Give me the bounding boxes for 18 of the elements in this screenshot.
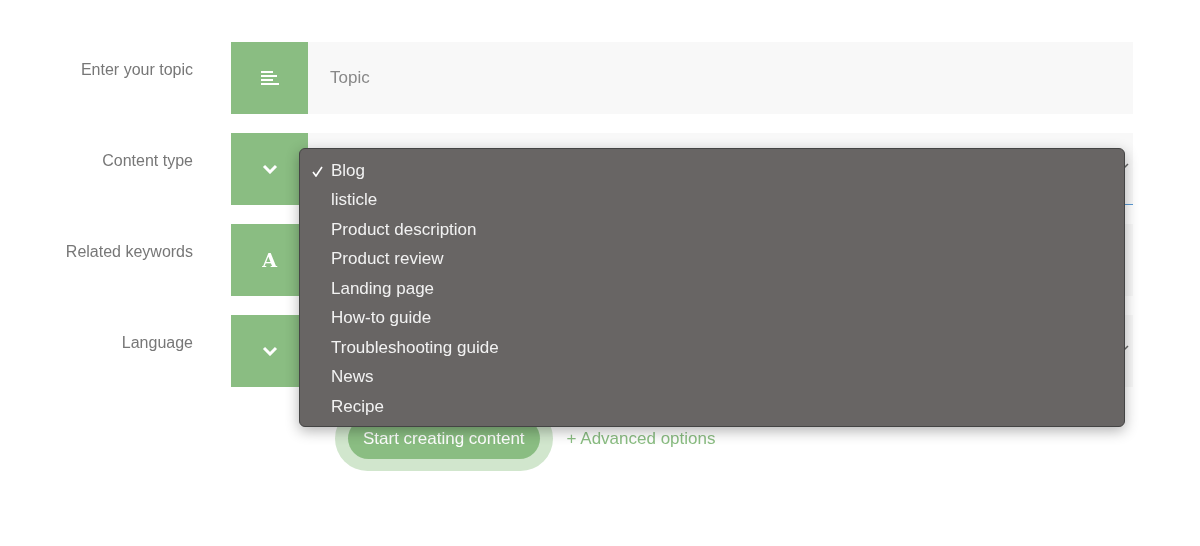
- field-label: Language: [120, 333, 193, 353]
- menu-option[interactable]: listicle: [300, 185, 1124, 215]
- text-lines-icon: [260, 71, 279, 85]
- field-label: Related keywords: [64, 242, 193, 262]
- menu-option[interactable]: News: [300, 362, 1124, 392]
- menu-option[interactable]: Troubleshooting guide: [300, 333, 1124, 363]
- letter-icon: A: [262, 249, 277, 271]
- menu-option[interactable]: How-to guide: [300, 303, 1124, 333]
- menu-option[interactable]: Product review: [300, 244, 1124, 274]
- field-label: Content type: [101, 151, 193, 171]
- topic-field[interactable]: Topic: [308, 42, 1133, 114]
- menu-option[interactable]: Blog: [300, 156, 1124, 186]
- menu-option[interactable]: Landing page: [300, 274, 1124, 304]
- menu-option[interactable]: Product description: [300, 215, 1124, 245]
- chevron-down-icon: [261, 346, 278, 356]
- field-label: Enter your topic: [79, 60, 193, 80]
- placeholder-text: Topic: [330, 67, 370, 88]
- chevron-down-icon: [261, 164, 278, 174]
